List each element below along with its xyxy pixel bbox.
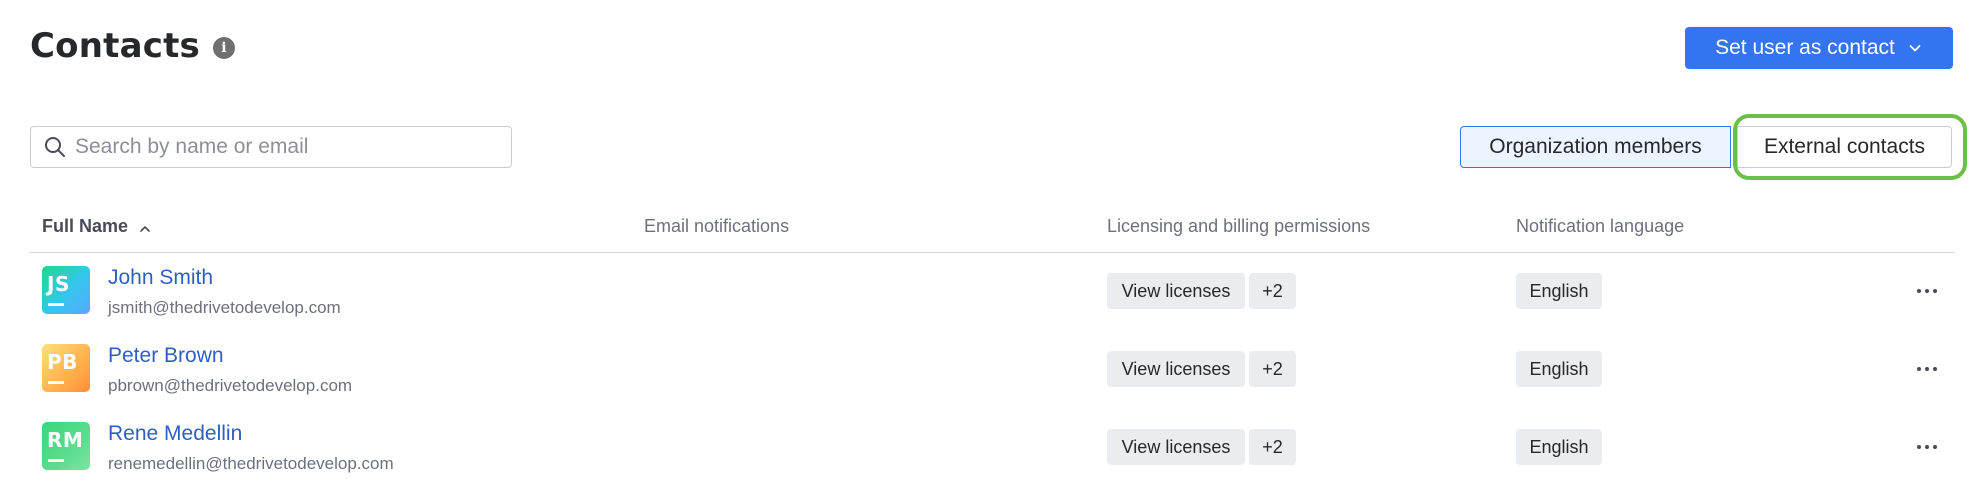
tab-external-contacts[interactable]: External contacts [1737,126,1952,168]
sort-ascending-icon [140,225,150,232]
view-licenses-button[interactable]: View licenses [1107,273,1245,309]
column-header-licensing: Licensing and billing permissions [1107,216,1371,236]
table-row: PB Peter Brown pbrown@thedrivetodevelop.… [30,330,1954,408]
contact-name-link[interactable]: Rene Medellin [108,422,242,446]
set-user-as-contact-button[interactable]: Set user as contact [1685,27,1953,69]
more-permissions-badge[interactable]: +2 [1249,351,1296,387]
more-actions-icon[interactable] [1910,434,1944,460]
search-box[interactable] [30,126,512,168]
column-header-notification-language: Notification language [1516,216,1685,236]
more-permissions-badge[interactable]: +2 [1249,429,1296,465]
column-header-full-name[interactable]: Full Name [42,216,152,237]
view-licenses-button[interactable]: View licenses [1107,429,1245,465]
tab-organization-members[interactable]: Organization members [1460,126,1731,168]
language-badge: English [1516,273,1602,309]
view-licenses-button[interactable]: View licenses [1107,351,1245,387]
avatar-initials: PB [47,350,78,374]
table-row: RM Rene Medellin renemedellin@thedriveto… [30,408,1954,486]
more-actions-icon[interactable] [1910,278,1944,304]
column-header-email-notifications: Email notifications [644,216,790,236]
language-badge: English [1516,429,1602,465]
avatar: JS [42,266,90,314]
more-permissions-badge[interactable]: +2 [1249,273,1296,309]
info-icon[interactable]: i [212,37,235,59]
contact-name-link[interactable]: Peter Brown [108,344,224,368]
contact-email: jsmith@thedrivetodevelop.com [108,298,341,317]
contact-email: renemedellin@thedrivetodevelop.com [108,454,394,473]
avatar: PB [42,344,90,392]
contact-email: pbrown@thedrivetodevelop.com [108,376,353,395]
set-user-as-contact-label: Set user as contact [1715,36,1895,59]
avatar: RM [42,422,90,470]
contact-name-link[interactable]: John Smith [108,266,213,290]
search-icon [45,137,65,157]
avatar-initials: RM [47,428,84,452]
page-header: Contacts i [30,26,235,66]
page-title: Contacts [30,26,200,66]
avatar-initials: JS [47,272,70,296]
table-row: JS John Smith jsmith@thedrivetodevelop.c… [30,252,1954,330]
search-input[interactable] [75,135,495,159]
column-header-label: Full Name [42,216,129,236]
chevron-down-icon [1909,45,1921,52]
more-actions-icon[interactable] [1910,356,1944,382]
language-badge: English [1516,351,1602,387]
